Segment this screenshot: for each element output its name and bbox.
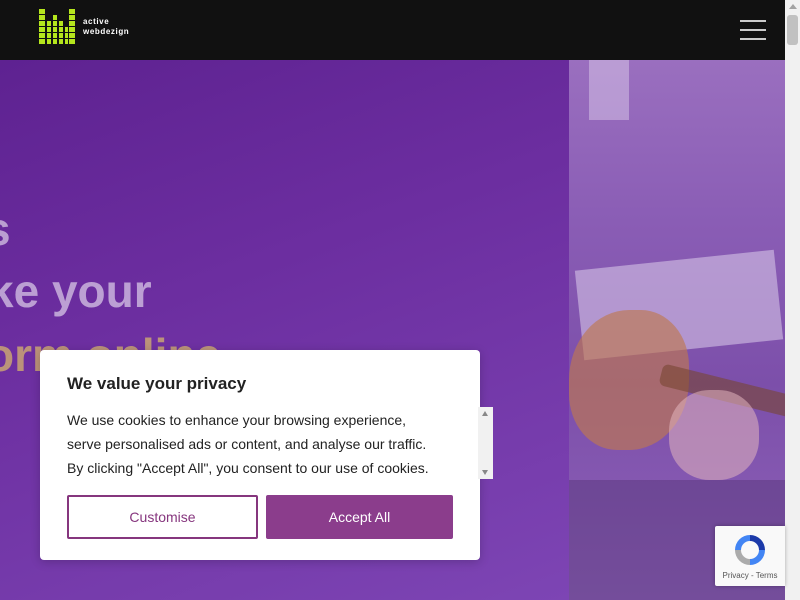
logo-line-1: active <box>83 16 110 26</box>
hero-photo <box>569 60 785 600</box>
page-scrollbar[interactable] <box>785 0 800 600</box>
logo-text: active webdezign <box>83 17 129 37</box>
logo-line-2: webdezign <box>83 26 130 36</box>
hamburger-icon[interactable] <box>740 20 766 40</box>
cookie-title: We value your privacy <box>67 374 247 393</box>
accept-all-button[interactable]: Accept All <box>266 495 453 539</box>
logo[interactable]: active webdezign <box>39 9 129 44</box>
scroll-up-arrow-icon[interactable] <box>789 4 797 9</box>
recaptcha-privacy-link[interactable]: Privacy <box>723 571 749 580</box>
recaptcha-separator: - <box>748 571 756 580</box>
scroll-thumb[interactable] <box>787 15 798 45</box>
recaptcha-icon <box>735 535 765 565</box>
scroll-up-arrow-icon[interactable] <box>482 411 488 416</box>
cookie-consent-dialog: We value your privacy We use cookies to … <box>40 350 493 560</box>
recaptcha-badge[interactable]: Privacy - Terms <box>715 526 785 586</box>
recaptcha-terms-link[interactable]: Terms <box>756 571 778 580</box>
hero-heading-line-1: s <box>0 202 11 256</box>
hero-heading-line-2: ke your <box>0 265 152 317</box>
cookie-description: We use cookies to enhance your browsing … <box>67 412 429 476</box>
scroll-down-arrow-icon[interactable] <box>482 470 488 475</box>
recaptcha-links: Privacy - Terms <box>715 571 785 580</box>
logo-icon <box>39 9 75 44</box>
cookie-text-scrollbar[interactable] <box>478 407 493 479</box>
site-header: active webdezign <box>0 0 785 60</box>
customise-button[interactable]: Customise <box>67 495 258 539</box>
